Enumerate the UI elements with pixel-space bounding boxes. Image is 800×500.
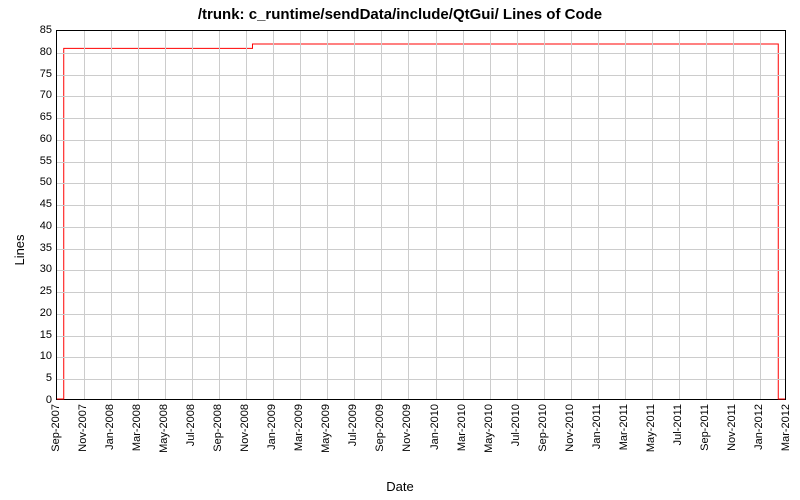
x-tick-label: Jul-2011: [672, 404, 684, 445]
x-tick-label: Mar-2008: [131, 404, 143, 451]
gridline-v: [625, 31, 626, 399]
gridline-h: [57, 336, 785, 337]
y-tick-label: 5: [12, 372, 52, 384]
y-tick-label: 60: [12, 133, 52, 145]
x-tick-label: Jul-2010: [510, 404, 522, 446]
y-tick-label: 40: [12, 220, 52, 232]
gridline-v: [300, 31, 301, 399]
x-tick-label: Jan-2008: [104, 404, 116, 450]
gridline-h: [57, 53, 785, 54]
gridline-v: [246, 31, 247, 399]
y-tick-label: 15: [12, 329, 52, 341]
y-tick-label: 80: [12, 46, 52, 58]
y-tick-label: 85: [12, 24, 52, 36]
gridline-h: [57, 227, 785, 228]
gridline-v: [327, 31, 328, 399]
y-tick-label: 75: [12, 68, 52, 80]
y-tick-label: 0: [12, 394, 52, 406]
gridline-v: [679, 31, 680, 399]
gridline-h: [57, 205, 785, 206]
gridline-v: [138, 31, 139, 399]
x-tick-label: Nov-2010: [564, 404, 576, 452]
gridline-v: [408, 31, 409, 399]
x-tick-label: Jan-2012: [753, 404, 765, 450]
gridline-v: [463, 31, 464, 399]
gridline-h: [57, 75, 785, 76]
gridline-v: [354, 31, 355, 399]
gridline-v: [598, 31, 599, 399]
gridline-h: [57, 314, 785, 315]
x-axis-label: Date: [386, 479, 413, 494]
gridline-h: [57, 292, 785, 293]
gridline-v: [490, 31, 491, 399]
gridline-v: [652, 31, 653, 399]
gridline-v: [192, 31, 193, 399]
y-tick-label: 20: [12, 307, 52, 319]
gridline-v: [84, 31, 85, 399]
gridline-v: [517, 31, 518, 399]
x-tick-label: Jan-2010: [429, 404, 441, 450]
gridline-v: [544, 31, 545, 399]
x-tick-label: May-2011: [645, 404, 657, 452]
x-tick-label: Jan-2009: [266, 404, 278, 450]
y-tick-label: 50: [12, 176, 52, 188]
x-tick-label: Sep-2009: [374, 404, 386, 452]
gridline-h: [57, 379, 785, 380]
gridline-v: [219, 31, 220, 399]
gridline-v: [273, 31, 274, 399]
x-tick-label: Jan-2011: [591, 404, 603, 449]
x-tick-label: May-2008: [158, 404, 170, 453]
x-tick-label: Jul-2009: [347, 404, 359, 446]
x-tick-label: May-2009: [320, 404, 332, 453]
gridline-h: [57, 270, 785, 271]
gridline-v: [111, 31, 112, 399]
gridline-v: [381, 31, 382, 399]
x-tick-label: Nov-2011: [726, 404, 738, 451]
x-tick-label: Sep-2011: [699, 404, 711, 451]
gridline-h: [57, 357, 785, 358]
gridline-h: [57, 140, 785, 141]
y-tick-label: 30: [12, 263, 52, 275]
y-tick-label: 55: [12, 155, 52, 167]
x-tick-label: Sep-2008: [212, 404, 224, 452]
x-tick-label: Nov-2007: [77, 404, 89, 452]
gridline-v: [760, 31, 761, 399]
x-tick-label: Mar-2011: [618, 404, 630, 450]
y-tick-label: 35: [12, 242, 52, 254]
x-tick-label: May-2010: [483, 404, 495, 453]
y-tick-label: 70: [12, 89, 52, 101]
y-tick-label: 10: [12, 350, 52, 362]
gridline-h: [57, 118, 785, 119]
x-tick-label: Jul-2008: [185, 404, 197, 446]
x-tick-label: Sep-2010: [537, 404, 549, 452]
gridline-h: [57, 96, 785, 97]
gridline-v: [706, 31, 707, 399]
y-tick-label: 65: [12, 111, 52, 123]
gridline-h: [57, 162, 785, 163]
data-line: [57, 31, 785, 399]
chart-title: /trunk: c_runtime/sendData/include/QtGui…: [0, 0, 800, 23]
gridline-v: [436, 31, 437, 399]
gridline-v: [571, 31, 572, 399]
gridline-v: [733, 31, 734, 399]
gridline-v: [165, 31, 166, 399]
x-tick-label: Nov-2008: [239, 404, 251, 452]
loc-chart: /trunk: c_runtime/sendData/include/QtGui…: [0, 0, 800, 500]
x-tick-label: Sep-2007: [50, 404, 62, 452]
y-tick-label: 25: [12, 285, 52, 297]
x-tick-label: Nov-2009: [401, 404, 413, 452]
x-tick-label: Mar-2012: [780, 404, 792, 451]
plot-area: [56, 30, 786, 400]
x-tick-label: Mar-2009: [293, 404, 305, 451]
gridline-h: [57, 183, 785, 184]
x-tick-label: Mar-2010: [456, 404, 468, 451]
y-tick-label: 45: [12, 198, 52, 210]
gridline-h: [57, 249, 785, 250]
